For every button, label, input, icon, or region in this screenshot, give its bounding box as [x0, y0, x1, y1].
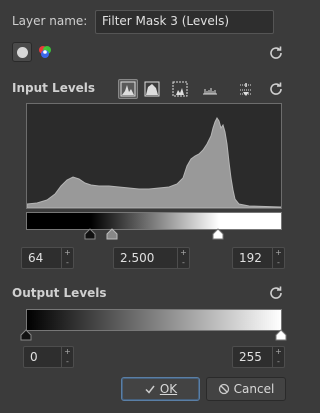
input-white-spinbox[interactable]: 192 + -	[232, 247, 285, 269]
decrement-icon[interactable]: -	[62, 258, 73, 268]
linear-histogram-icon	[120, 81, 136, 97]
log-histogram-icon	[144, 81, 160, 97]
increment-icon[interactable]: +	[62, 248, 73, 258]
levels-settings-button[interactable]	[236, 79, 256, 99]
increment-icon[interactable]: +	[178, 248, 189, 258]
decrement-icon[interactable]: -	[178, 258, 189, 268]
histogram-plot	[26, 117, 282, 209]
cancel-icon	[218, 383, 229, 395]
decrement-icon[interactable]: -	[62, 357, 73, 367]
output-black-point-handle[interactable]	[20, 329, 32, 341]
input-gamma-spinbox[interactable]: 2.500 + -	[113, 247, 190, 269]
output-levels-title: Output Levels	[12, 286, 107, 300]
output-gradient-bar	[26, 309, 282, 331]
grayscale-mode-button[interactable]	[12, 42, 32, 62]
increment-icon[interactable]: +	[273, 347, 284, 357]
sliders-icon	[240, 83, 252, 96]
increment-icon[interactable]: +	[273, 248, 284, 258]
input-black-value[interactable]: 64	[22, 248, 61, 268]
layer-name-label: Layer name:	[12, 14, 88, 28]
ok-button[interactable]: OK	[121, 377, 200, 401]
increment-icon[interactable]: +	[62, 347, 73, 357]
checkmark-icon	[145, 385, 155, 394]
input-gamma-handle[interactable]	[106, 228, 118, 240]
clip-levels-button[interactable]	[200, 79, 220, 99]
output-white-point-handle[interactable]	[275, 329, 287, 341]
output-black-value[interactable]: 0	[24, 347, 61, 367]
auto-levels-icon	[172, 81, 188, 97]
cancel-button[interactable]: Cancel	[206, 377, 286, 401]
color-channels-button[interactable]	[35, 42, 55, 62]
clip-levels-icon	[203, 88, 217, 95]
reset-icon[interactable]	[268, 45, 284, 61]
histogram	[26, 103, 282, 209]
cancel-label: Cancel	[233, 382, 275, 396]
input-black-spinbox[interactable]: 64 + -	[21, 247, 74, 269]
decrement-icon[interactable]: -	[273, 357, 284, 367]
input-levels-title: Input Levels	[12, 81, 96, 95]
input-white-point-handle[interactable]	[212, 228, 224, 240]
layer-name-input[interactable]: Filter Mask 3 (Levels)	[95, 10, 274, 34]
output-white-value[interactable]: 255	[233, 347, 272, 367]
decrement-icon[interactable]: -	[273, 258, 284, 268]
input-black-point-handle[interactable]	[84, 228, 96, 240]
output-black-spinbox[interactable]: 0 + -	[23, 346, 74, 368]
input-gradient-bar	[26, 212, 282, 230]
input-gamma-value[interactable]: 2.500	[114, 248, 177, 268]
output-white-spinbox[interactable]: 255 + -	[232, 346, 285, 368]
gray-circle-icon	[16, 46, 28, 58]
ok-label: OK	[159, 382, 178, 396]
rgb-circles-icon	[39, 46, 51, 58]
auto-levels-button[interactable]	[170, 79, 190, 99]
input-white-value[interactable]: 192	[233, 248, 272, 268]
linear-histogram-button[interactable]	[118, 79, 138, 99]
log-histogram-button[interactable]	[142, 79, 162, 99]
output-levels-reset-icon[interactable]	[268, 285, 284, 301]
input-levels-reset-icon[interactable]	[268, 81, 284, 97]
